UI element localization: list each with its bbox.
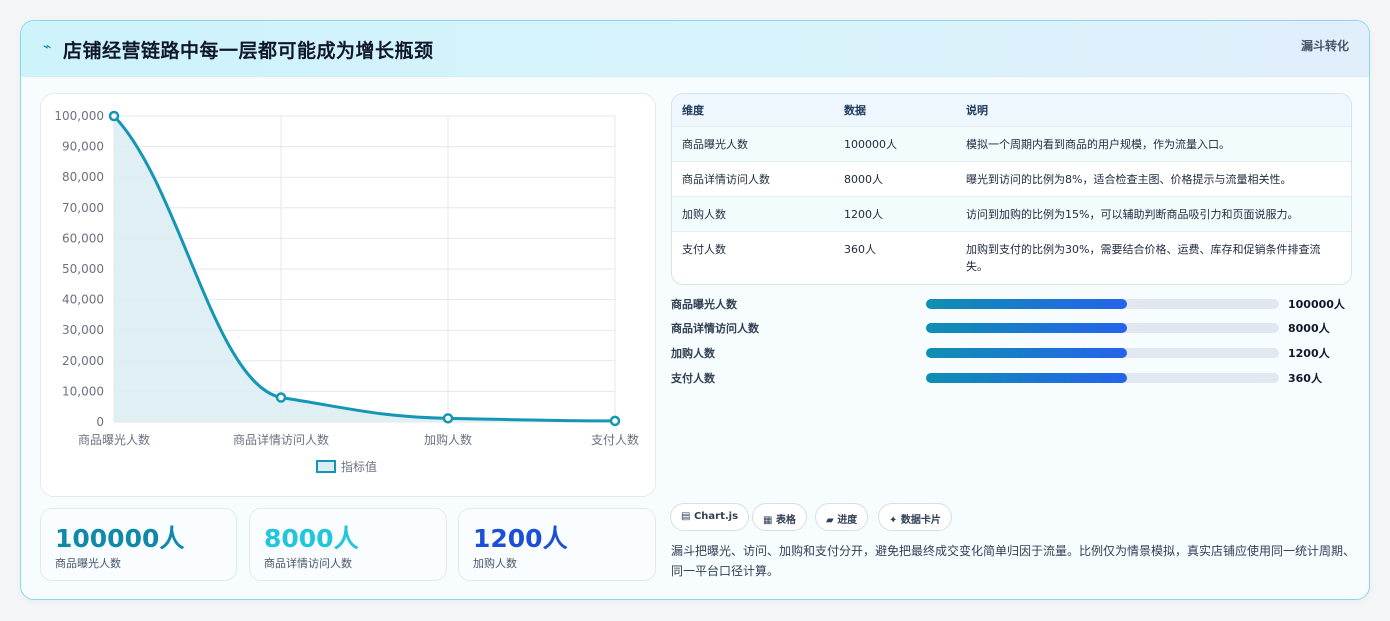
chip-chartjs[interactable]: ▤ Chart.js [670,503,750,531]
progress-track [926,373,1279,383]
progress-label: 商品曝光人数 [671,298,737,311]
table-cell: 模拟一个周期内看到商品的用户规模，作为流量入口。 [966,138,1230,151]
data-point [275,392,287,403]
chip-label: 表格 [775,515,796,526]
progress-label: 支付人数 [671,372,715,385]
progress-value: 8000人 [1288,322,1330,335]
data-point [609,415,621,427]
table-header-row: 维度 数据 说明 [672,94,1351,127]
progress-track [926,348,1279,358]
progress-track [926,323,1279,333]
y-tick-label: 90,000 [62,140,104,154]
sparkle-icon: ✦ [889,515,898,526]
table-cell: 商品曝光人数 [682,138,748,151]
table-cell: 访问到加购的比例为15%，可以辅助判断商品吸引力和页面说服力。 [966,208,1299,221]
table-header: 维度 [682,104,704,117]
data-point [108,110,120,122]
line-chart: 0 10,000 20,000 30,000 40,000 50,000 60,000 70,… [40,93,656,497]
kpi-label: 商品曝光人数 [55,557,121,570]
x-tick-label: 加购人数 [424,432,472,447]
chip-data-card[interactable]: ✦ 数据卡片 [878,503,952,531]
chip-label: 数据卡片 [900,515,941,526]
chart-svg: 0 10,000 20,000 30,000 40,000 50,000 60,000 70,… [54,109,639,474]
kpi-value: 100000人 [55,524,185,553]
table-header: 数据 [844,104,866,117]
chip-table[interactable]: ▦ 表格 [752,503,807,531]
table-row: 商品曝光人数 100000人 模拟一个周期内看到商品的用户规模，作为流量入口。 [672,127,1351,162]
y-tick-label: 70,000 [62,201,104,215]
kpi-card-cart: 1200人 加购人数 [458,508,656,581]
kpi-value: 1200人 [473,524,568,553]
footnote: 漏斗把曝光、访问、加购和支付分开，避免把最终成交变化简单归因于流量。比例仅为情景… [671,544,1356,578]
progress-value: 360人 [1288,372,1322,385]
table-cell: 加购人数 [682,208,726,221]
table-cell: 加购到支付的比例为30%，需要结合价格、运费、库存和促销条件排查流失。 [966,243,1321,273]
pulse-icon: ⌁ [43,39,52,55]
y-tick-label: 60,000 [62,231,104,245]
y-tick-label: 50,000 [62,262,104,276]
folder-icon: ▰ [826,515,834,526]
table-cell: 100000人 [844,138,897,151]
progress-track [926,299,1279,309]
kpi-card-visits: 8000人 商品详情访问人数 [249,508,447,581]
table-cell: 8000人 [844,173,883,186]
header-tag: 漏斗转化 [1300,39,1349,53]
progress-fill [926,373,1128,383]
page-title: 店铺经营链路中每一层都可能成为增长瓶颈 [63,40,434,62]
chip-progress[interactable]: ▰ 进度 [815,503,869,531]
card-header: ⌁ 店铺经营链路中每一层都可能成为增长瓶颈 漏斗转化 [21,21,1369,77]
progress-value: 1200人 [1288,347,1330,360]
chip-label: 进度 [837,515,858,526]
table-row: 支付人数 360人 加购到支付的比例为30%，需要结合价格、运费、库存和促销条件… [672,232,1351,284]
progress-row: 加购人数 1200人 [671,343,1361,363]
data-point [442,413,454,424]
chart-icon: ▤ [681,511,691,522]
chip-label: Chart.js [693,511,739,522]
progress-row: 支付人数 360人 [671,368,1361,388]
progress-fill [926,299,1128,309]
y-tick-label: 30,000 [62,323,104,337]
table-header: 说明 [966,104,988,117]
legend-swatch [316,460,336,473]
y-tick-label: 20,000 [62,354,104,368]
progress-row: 商品曝光人数 100000人 [671,294,1361,314]
progress-row: 商品详情访问人数 8000人 [671,318,1361,338]
y-tick-label: 10,000 [62,384,104,398]
x-tick-label: 商品曝光人数 [78,432,150,447]
table-cell: 商品详情访问人数 [682,173,770,186]
legend-label: 指标值 [341,459,377,474]
table-cell: 360人 [844,243,876,256]
y-tick-label: 40,000 [62,293,104,307]
progress-label: 商品详情访问人数 [671,322,759,335]
x-tick-label: 商品详情访问人数 [233,432,329,447]
progress-value: 100000人 [1288,298,1345,311]
table-row: 商品详情访问人数 8000人 曝光到访问的比例为8%，适合检查主图、价格提示与流… [672,162,1351,197]
y-tick-label: 0 [96,415,104,429]
table-cell: 支付人数 [682,243,726,256]
table-row: 加购人数 1200人 访问到加购的比例为15%，可以辅助判断商品吸引力和页面说服… [672,197,1351,232]
data-table: 维度 数据 说明 商品曝光人数 100000人 模拟一个周期内看到商品的用户规模… [671,93,1352,285]
progress-label: 加购人数 [671,347,715,360]
kpi-label: 加购人数 [473,557,517,570]
kpi-label: 商品详情访问人数 [264,557,352,570]
kpi-value: 8000人 [264,524,359,553]
table-cell: 1200人 [844,208,883,221]
kpi-card-exposure: 100000人 商品曝光人数 [40,508,237,581]
table-icon: ▦ [763,515,773,526]
progress-fill [926,323,1128,333]
x-tick-label: 支付人数 [591,432,639,447]
funnel-card: ⌁ 店铺经营链路中每一层都可能成为增长瓶颈 漏斗转化 0 10,000 20,000… [20,20,1370,600]
y-tick-label: 100,000 [54,109,104,123]
y-tick-label: 80,000 [62,170,104,184]
progress-fill [926,348,1128,358]
table-cell: 曝光到访问的比例为8%，适合检查主图、价格提示与流量相关性。 [966,173,1292,186]
